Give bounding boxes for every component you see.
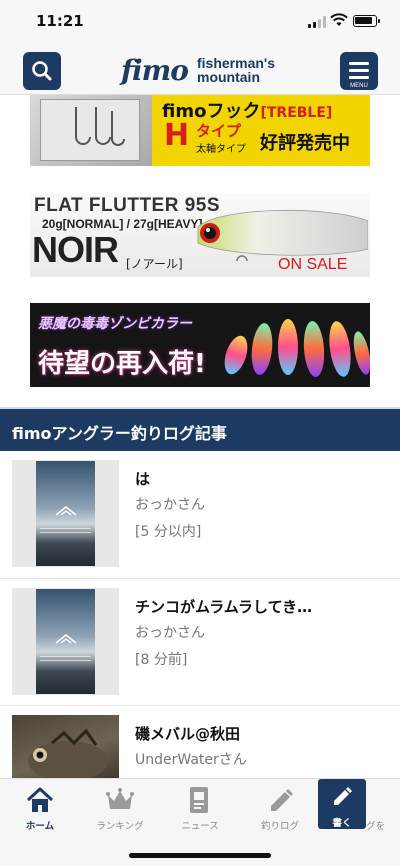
banner-noir[interactable]: FLAT FLUTTER 95S 20g[NORMAL] / 27g[HEAVY… bbox=[30, 193, 370, 277]
tab-fishing-log[interactable]: 釣りログ bbox=[240, 779, 320, 835]
status-time: 11:21 bbox=[36, 12, 84, 30]
zombie-line2: 待望の再入荷! bbox=[38, 349, 206, 379]
tab-home[interactable]: ホーム bbox=[0, 779, 80, 835]
tab-news-label: ニュース bbox=[181, 821, 219, 832]
section-title: fimoアングラー釣りログ記事 bbox=[12, 424, 227, 443]
crown-icon bbox=[106, 788, 134, 809]
write-post-button[interactable]: 書く bbox=[318, 779, 366, 829]
news-icon bbox=[190, 787, 208, 813]
battery-icon bbox=[353, 15, 380, 27]
article-thumbnail bbox=[12, 588, 119, 695]
tab-partial-label: グを bbox=[366, 821, 386, 832]
lures-image bbox=[224, 319, 370, 377]
article-author: おっかさん bbox=[135, 625, 205, 641]
tab-fishing-log-label: 釣りログ bbox=[260, 821, 299, 832]
hook-package-image bbox=[30, 95, 152, 166]
edit-icon bbox=[334, 787, 352, 805]
app-header: fimo fisherman's mountain MENU bbox=[0, 44, 400, 95]
article-item[interactable]: 磯メバル@秋田 UnderWaterさん bbox=[0, 706, 400, 822]
zombie-line1: 悪魔の毒毒ゾンビカラー bbox=[38, 316, 192, 332]
tab-news[interactable]: ニュース bbox=[160, 779, 240, 835]
search-icon bbox=[32, 61, 52, 81]
section-header-fishing-log: fimoアングラー釣りログ記事 bbox=[0, 407, 400, 451]
article-title: は bbox=[135, 470, 151, 488]
cellular-signal-icon bbox=[308, 16, 326, 28]
article-title: チンコがムラムラしてき… bbox=[135, 598, 313, 616]
article-thumbnail bbox=[12, 460, 119, 567]
article-time: [8 分前] bbox=[135, 652, 188, 668]
article-title: 磯メバル@秋田 bbox=[135, 725, 241, 743]
pencil-icon bbox=[271, 789, 293, 811]
home-indicator bbox=[129, 853, 271, 858]
hook-type-sub: 太軸タイプ bbox=[196, 144, 246, 155]
article-item[interactable]: は おっかさん [5 分以内] bbox=[0, 451, 400, 579]
write-post-label: 書く bbox=[332, 818, 352, 829]
hook-type-word: タイプ bbox=[196, 122, 242, 140]
search-button[interactable] bbox=[23, 52, 61, 90]
home-icon bbox=[26, 787, 54, 812]
hook-status: 好評発売中 bbox=[260, 133, 350, 154]
menu-button[interactable]: MENU bbox=[340, 52, 378, 90]
noir-sale-label: ON SALE bbox=[278, 256, 348, 273]
banner-fimo-hook[interactable]: fimoフック[TREBLE] H タイプ 太軸タイプ 好評発売中 bbox=[30, 95, 370, 166]
article-time: [5 分以内] bbox=[135, 524, 202, 540]
site-logo[interactable]: fimo fisherman's mountain bbox=[121, 52, 281, 90]
tab-home-label: ホーム bbox=[25, 821, 55, 832]
logo-line2: mountain bbox=[197, 69, 260, 85]
logo-script: fimo bbox=[121, 54, 189, 87]
menu-label: MENU bbox=[350, 83, 368, 89]
tab-ranking-label: ランキング bbox=[96, 821, 144, 832]
banner-zombie-color[interactable]: 悪魔の毒毒ゾンビカラー 待望の再入荷! bbox=[30, 303, 370, 387]
wifi-icon bbox=[330, 13, 348, 26]
noir-kana: [ノアール] bbox=[126, 257, 183, 271]
status-bar: 11:21 bbox=[0, 0, 400, 44]
lure-image bbox=[197, 209, 368, 261]
noir-name: NOIR bbox=[32, 229, 119, 270]
tab-ranking[interactable]: ランキング bbox=[80, 779, 160, 835]
article-author: おっかさん bbox=[135, 497, 205, 513]
hook-type-letter: H bbox=[164, 118, 190, 153]
article-item[interactable]: チンコがムラムラしてき… おっかさん [8 分前] bbox=[0, 579, 400, 706]
article-author: UnderWaterさん bbox=[135, 752, 247, 768]
